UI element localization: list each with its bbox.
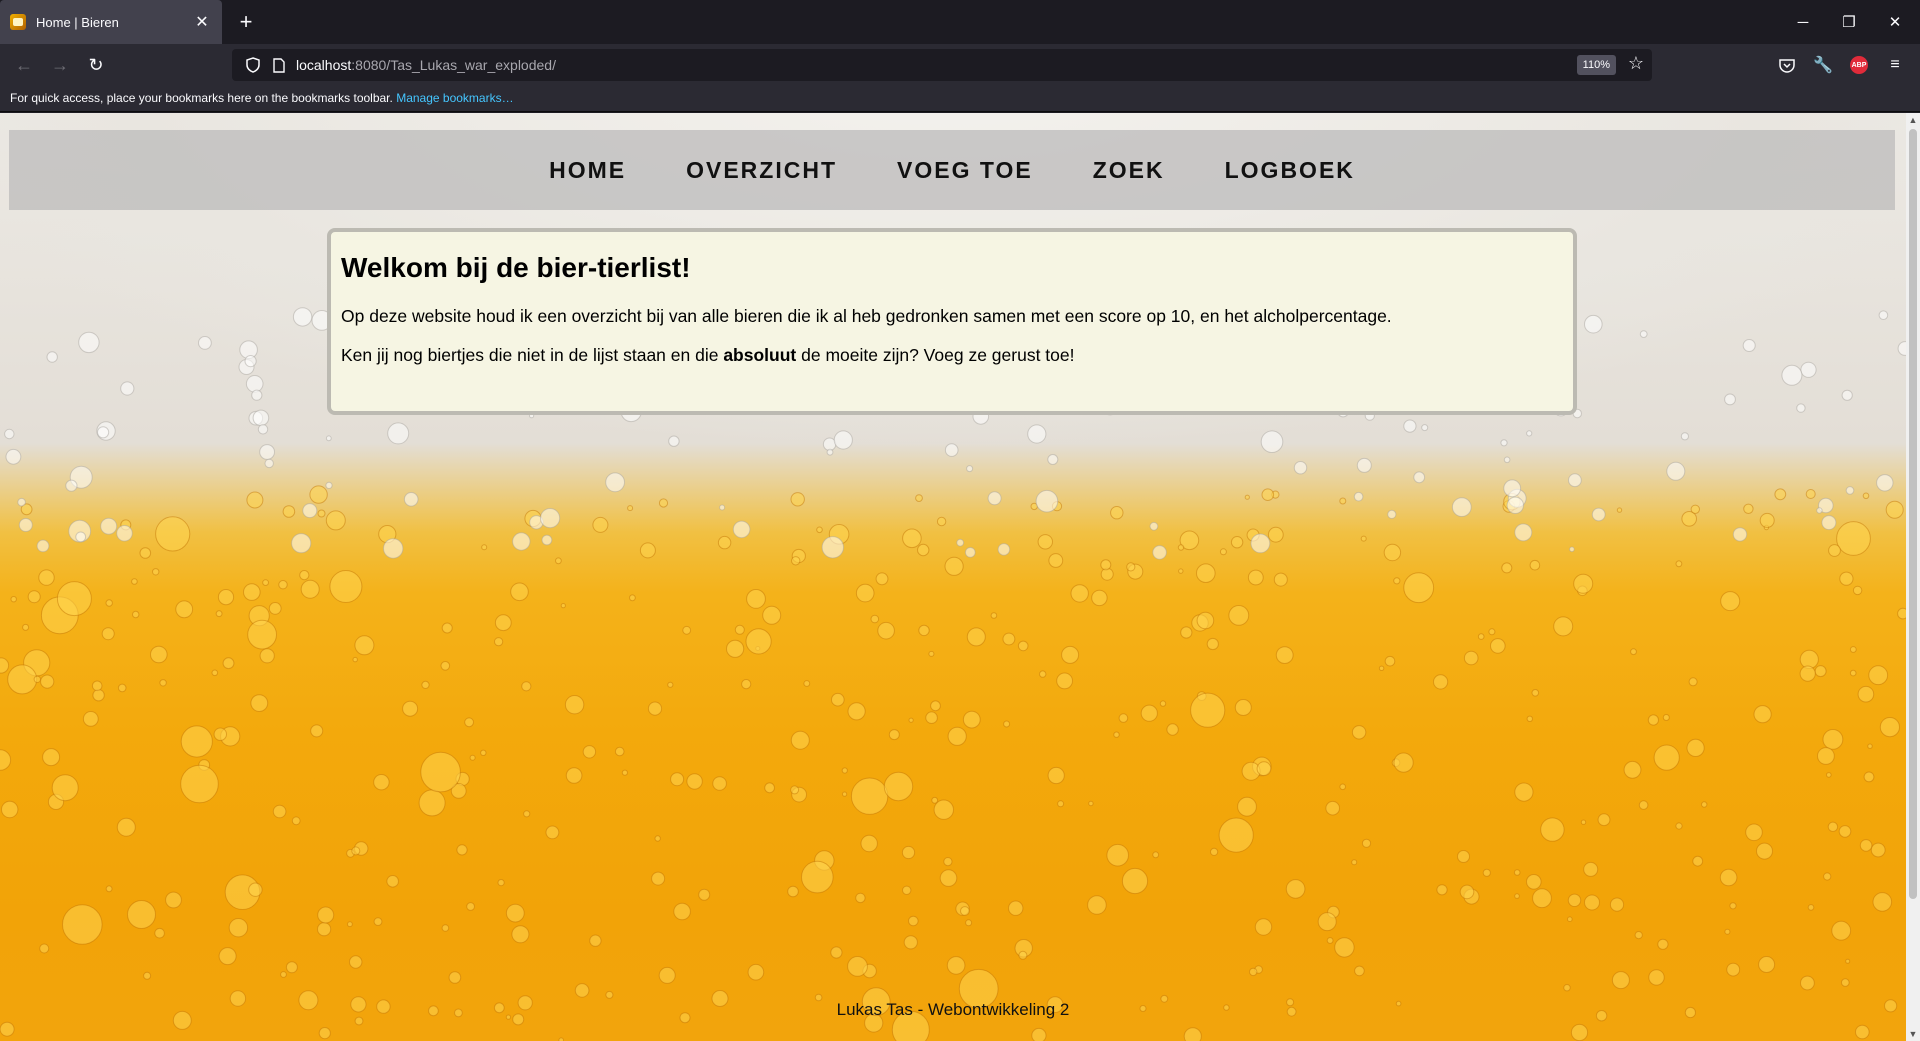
reload-button[interactable]: ↻ bbox=[82, 51, 110, 79]
tab-title: Home | Bieren bbox=[36, 14, 119, 30]
wrench-icon[interactable]: 🔧 bbox=[1811, 53, 1835, 77]
close-window-button[interactable]: ✕ bbox=[1872, 0, 1918, 44]
vertical-scrollbar[interactable]: ▲ ▼ bbox=[1906, 113, 1920, 1041]
welcome-title: Welkom bij de bier-tierlist! bbox=[341, 252, 691, 283]
beer-favicon-icon bbox=[10, 14, 26, 30]
emphasis-absoluut: absoluut bbox=[723, 345, 797, 365]
tab-bar: Home | Bieren ✕ + ─ ❐ ✕ bbox=[0, 0, 1920, 44]
shield-icon[interactable] bbox=[244, 56, 262, 74]
minimize-button[interactable]: ─ bbox=[1780, 0, 1826, 44]
bookmarks-toolbar: For quick access, place your bookmarks h… bbox=[0, 86, 1920, 112]
zoom-level-badge[interactable]: 110% bbox=[1576, 55, 1616, 75]
scrollbar-thumb[interactable] bbox=[1909, 129, 1917, 899]
scroll-up-arrow-icon[interactable]: ▲ bbox=[1906, 113, 1920, 127]
tab-home-bieren[interactable]: Home | Bieren ✕ bbox=[0, 0, 222, 44]
manage-bookmarks-link[interactable]: Manage bookmarks… bbox=[396, 91, 513, 105]
site-navigation: HOME OVERZICHT VOEG TOE ZOEK LOGBOEK bbox=[9, 130, 1895, 210]
welcome-box: Welkom bij de bier-tierlist! Op deze web… bbox=[327, 228, 1577, 415]
new-tab-button[interactable]: + bbox=[232, 8, 260, 36]
navigation-toolbar: ← → ↻ localhost:8080/Tas_Lukas_war_explo… bbox=[0, 44, 1920, 86]
adblock-plus-icon[interactable]: ABP bbox=[1847, 53, 1871, 77]
close-tab-icon[interactable]: ✕ bbox=[192, 12, 212, 32]
welcome-paragraph-1: Op deze website houd ik een overzicht bi… bbox=[341, 306, 1392, 326]
nav-zoek[interactable]: ZOEK bbox=[1093, 157, 1165, 184]
forward-button[interactable]: → bbox=[46, 51, 74, 79]
nav-voeg-toe[interactable]: VOEG TOE bbox=[897, 157, 1033, 184]
page-footer: Lukas Tas - Webontwikkeling 2 bbox=[836, 1000, 1070, 1019]
restore-button[interactable]: ❐ bbox=[1826, 0, 1872, 44]
nav-overzicht[interactable]: OVERZICHT bbox=[686, 157, 837, 184]
scroll-down-arrow-icon[interactable]: ▼ bbox=[1906, 1027, 1920, 1041]
url-text: localhost:8080/Tas_Lukas_war_exploded/ bbox=[296, 57, 556, 73]
page-viewport: HOME OVERZICHT VOEG TOE ZOEK LOGBOEK Wel… bbox=[0, 113, 1906, 1041]
back-button[interactable]: ← bbox=[10, 51, 38, 79]
nav-logboek[interactable]: LOGBOEK bbox=[1225, 157, 1355, 184]
menu-icon[interactable]: ≡ bbox=[1883, 53, 1907, 77]
bookmark-star-icon[interactable]: ☆ bbox=[1628, 53, 1644, 74]
pocket-icon[interactable] bbox=[1775, 53, 1799, 77]
page-icon[interactable] bbox=[270, 56, 288, 74]
welcome-paragraph-2: Ken jij nog biertjes die niet in de lijs… bbox=[341, 345, 1075, 365]
url-bar[interactable]: localhost:8080/Tas_Lukas_war_exploded/ 1… bbox=[232, 49, 1652, 81]
bookmarks-hint: For quick access, place your bookmarks h… bbox=[10, 91, 393, 105]
nav-home[interactable]: HOME bbox=[549, 157, 626, 184]
